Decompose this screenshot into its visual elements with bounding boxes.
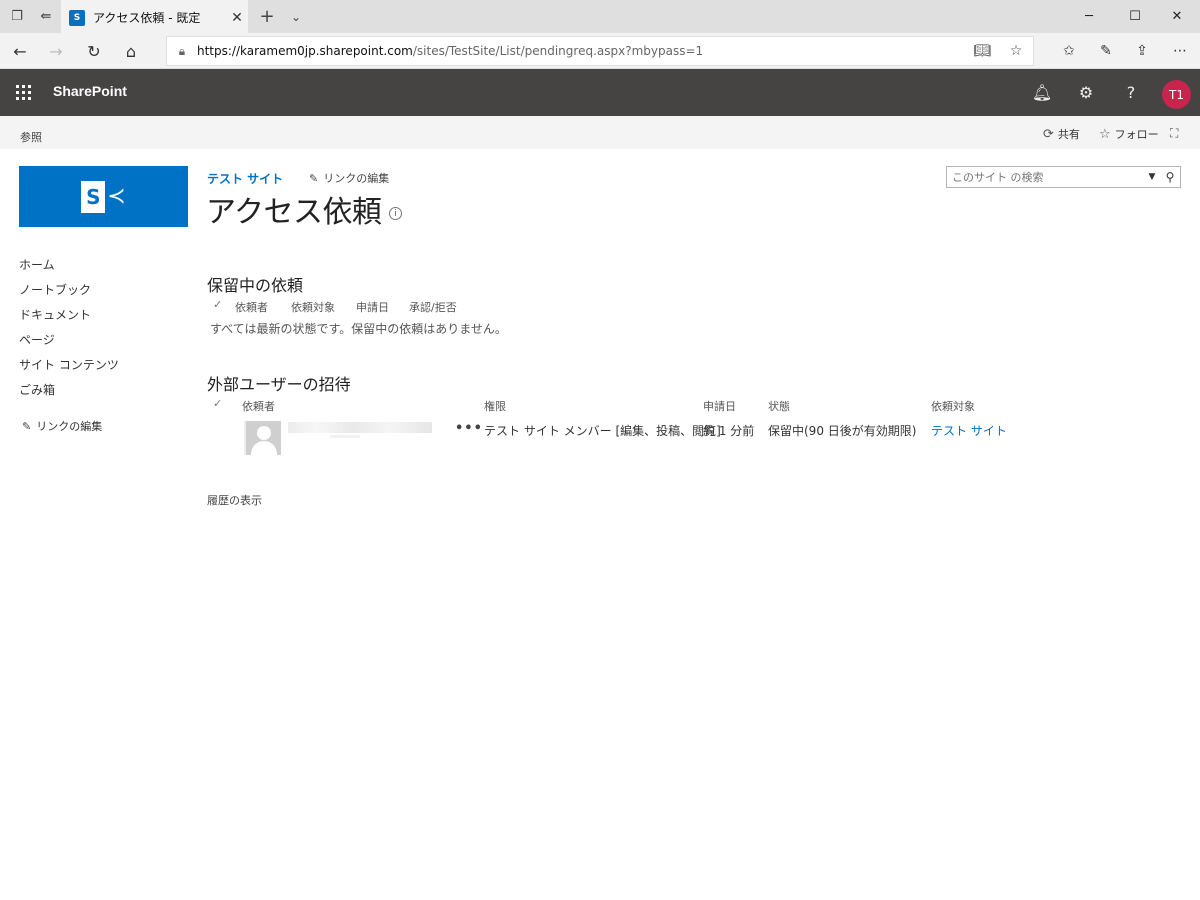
col-status[interactable]: 状態 (768, 398, 790, 414)
edit-links-button[interactable]: ✎ リンクの編集 (309, 170, 389, 186)
user-avatar-placeholder-icon (244, 421, 281, 455)
external-invitations-title: 外部ユーザーの招待 (207, 375, 351, 394)
close-tab-icon[interactable]: ✕ (226, 10, 248, 26)
tab-title: アクセス依頼 - 既定 (93, 11, 201, 25)
nav-item-pages[interactable]: ページ (19, 331, 189, 356)
star-outline-icon: ☆ (1099, 126, 1111, 142)
home-icon[interactable]: ⌂ (113, 33, 149, 69)
gear-icon[interactable]: ⚙ (1064, 69, 1108, 116)
sharepoint-brand[interactable]: SharePoint (53, 83, 127, 99)
url-field[interactable]: 🔒︎ https://karamem0jp.sharepoint.com/sit… (166, 36, 1034, 66)
browser-address-bar: ← → ↻ ⌂ 🔒︎ https://karamem0jp.sharepoint… (0, 33, 1200, 69)
reading-view-icon[interactable]: 📖︎ (965, 43, 999, 59)
set-aside-tabs-icon[interactable]: ⇚ (31, 0, 61, 33)
share-cycle-icon: ⟳ (1043, 126, 1054, 142)
ribbon: 参照 ⟳ 共有 ☆ フォロー (0, 116, 1200, 149)
col-requester[interactable]: 依頼者 (242, 398, 275, 414)
logo-share-icon: ≺ (107, 184, 126, 209)
cell-status: 保留中(90 日後が有効期限) (768, 424, 917, 438)
nav-item-notebook[interactable]: ノートブック (19, 281, 189, 306)
sharepoint-favicon-icon: S (69, 9, 85, 26)
site-logo[interactable]: S ≺ (19, 166, 188, 227)
search-input[interactable] (947, 170, 1144, 184)
cell-permission: テスト サイト メンバー [編集、投稿、閲覧] (484, 424, 721, 438)
tab-actions-icon[interactable]: ❐ (2, 0, 32, 33)
app-launcher-icon[interactable] (0, 69, 46, 116)
maximize-icon[interactable]: ☐ (1112, 0, 1158, 33)
info-icon[interactable]: i (389, 207, 402, 220)
cell-request-date: 約 1 分前 (703, 424, 755, 438)
favorite-star-icon[interactable]: ☆ (999, 43, 1033, 59)
tab-browse[interactable]: 参照 (20, 129, 42, 145)
browser-tab-bar: ❐ ⇚ S アクセス依頼 - 既定 ✕ + ⌄ ─ ☐ ✕ (0, 0, 1200, 33)
minimize-icon[interactable]: ─ (1066, 0, 1112, 33)
redacted-user-detail (330, 435, 360, 438)
nav-edit-links-button[interactable]: ✎ リンクの編集 (22, 418, 102, 434)
col-request-target[interactable]: 依頼対象 (291, 299, 335, 315)
col-approve-reject[interactable]: 承認/拒否 (409, 299, 457, 315)
follow-button[interactable]: ☆ フォロー (1099, 126, 1159, 142)
chevron-down-icon[interactable]: ⌄ (283, 0, 309, 33)
logo-letter: S (81, 180, 106, 213)
site-search: ▼ ⚲ (946, 166, 1181, 188)
col-request-date[interactable]: 申請日 (356, 299, 389, 315)
pending-empty-message: すべては最新の状態です。保留中の依頼はありません。 (210, 322, 507, 336)
nav-item-site-contents[interactable]: サイト コンテンツ (19, 356, 189, 381)
favorites-hub-icon[interactable]: ✩ (1051, 33, 1087, 69)
forward-arrow-icon[interactable]: → (38, 33, 74, 69)
share-button[interactable]: ⟳ 共有 (1043, 126, 1080, 142)
pen-icon[interactable]: ✎ (1088, 33, 1124, 69)
focus-content-icon[interactable]: ⛶ (1170, 126, 1186, 140)
left-navigation: ホーム ノートブック ドキュメント ページ サイト コンテンツ ごみ箱 (19, 256, 189, 406)
close-window-icon[interactable]: ✕ (1154, 0, 1200, 33)
pencil-icon: ✎ (22, 419, 32, 433)
suite-bar: SharePoint 🔔︎ ⚙ ? (0, 69, 1200, 116)
url-text[interactable]: https://karamem0jp.sharepoint.com/sites/… (197, 44, 965, 58)
new-tab-icon[interactable]: + (253, 0, 281, 33)
col-permission[interactable]: 権限 (484, 398, 506, 414)
nav-item-recycle-bin[interactable]: ごみ箱 (19, 381, 189, 406)
help-icon[interactable]: ? (1109, 69, 1153, 116)
page-title: アクセス依頼 (206, 195, 382, 230)
row-more-options-icon[interactable]: ••• (455, 421, 483, 436)
search-icon[interactable]: ⚲ (1160, 170, 1180, 184)
select-all-check-icon[interactable]: ✓ (213, 298, 222, 311)
col-request-target[interactable]: 依頼対象 (931, 398, 975, 414)
pencil-icon: ✎ (309, 171, 319, 185)
cell-target-link[interactable]: テスト サイト (931, 422, 1007, 439)
breadcrumb[interactable]: テスト サイト (207, 170, 283, 187)
bell-icon[interactable]: 🔔︎ (1020, 69, 1064, 116)
lock-icon: 🔒︎ (178, 43, 186, 58)
show-history-link[interactable]: 履歴の表示 (207, 492, 262, 508)
more-options-icon[interactable]: ⋯ (1162, 33, 1198, 69)
refresh-icon[interactable]: ↻ (76, 33, 112, 69)
search-scope-dropdown-icon[interactable]: ▼ (1144, 172, 1160, 182)
col-request-date[interactable]: 申請日 (703, 398, 736, 414)
col-requester[interactable]: 依頼者 (235, 299, 268, 315)
select-all-check-icon[interactable]: ✓ (213, 397, 222, 410)
nav-item-documents[interactable]: ドキュメント (19, 306, 189, 331)
browser-tab-active[interactable]: S アクセス依頼 - 既定 ✕ (61, 0, 248, 33)
redacted-user-name (288, 422, 432, 433)
avatar[interactable]: T1 (1162, 80, 1191, 109)
share-icon[interactable]: ⇪ (1124, 33, 1160, 69)
back-arrow-icon[interactable]: ← (2, 33, 38, 69)
nav-item-home[interactable]: ホーム (19, 256, 189, 281)
pending-requests-title: 保留中の依頼 (207, 276, 304, 295)
